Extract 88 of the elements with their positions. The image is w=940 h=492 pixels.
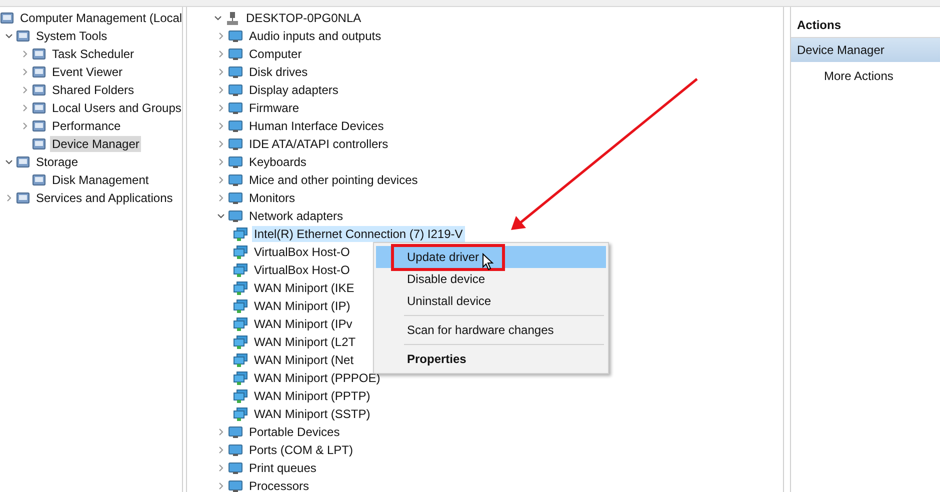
device-icon <box>228 460 243 476</box>
device-icon <box>228 208 243 224</box>
device-icon <box>228 442 243 458</box>
folder-icon <box>32 83 46 97</box>
network-icon <box>233 316 248 332</box>
tree-item[interactable]: Disk drives <box>247 64 310 80</box>
tree-item[interactable]: Processors <box>247 478 312 492</box>
chevron-icon[interactable] <box>5 32 13 40</box>
computer-icon <box>225 10 240 26</box>
cursor-icon <box>482 253 494 271</box>
tree-item[interactable]: Intel(R) Ethernet Connection (7) I219-V <box>252 226 465 242</box>
tree-item[interactable]: WAN Miniport (PPPOE) <box>252 370 382 386</box>
tree-item[interactable]: WAN Miniport (IP) <box>252 298 352 314</box>
device-icon <box>228 478 243 492</box>
folder-icon <box>16 29 30 43</box>
tree-item[interactable]: Ports (COM & LPT) <box>247 442 356 458</box>
tree-item[interactable]: VirtualBox Host-O <box>252 262 352 278</box>
tree-item[interactable]: System Tools <box>34 28 110 44</box>
device-icon <box>228 64 243 80</box>
tree-item[interactable]: Local Users and Groups <box>50 100 182 116</box>
tree-item[interactable]: IDE ATA/ATAPI controllers <box>247 136 390 152</box>
device-icon <box>228 118 243 134</box>
network-icon <box>233 334 248 350</box>
action-heading[interactable]: Device Manager <box>791 38 940 62</box>
folder-icon <box>16 155 30 169</box>
folder-icon <box>32 101 46 115</box>
menu-item[interactable]: Disable device <box>376 268 606 290</box>
folder-icon <box>32 65 46 79</box>
chevron-icon[interactable] <box>214 14 222 22</box>
tree-item[interactable]: Performance <box>50 118 123 134</box>
device-icon <box>228 190 243 206</box>
network-icon <box>233 370 248 386</box>
folder-icon <box>32 47 46 61</box>
tree-item[interactable]: Task Scheduler <box>50 46 136 62</box>
device-icon <box>228 82 243 98</box>
network-icon <box>233 406 248 422</box>
tree-item[interactable]: WAN Miniport (L2T <box>252 334 358 350</box>
folder-icon <box>0 11 14 25</box>
tree-item[interactable]: Mice and other pointing devices <box>247 172 420 188</box>
device-icon <box>228 172 243 188</box>
tree-item[interactable]: Network adapters <box>247 208 346 224</box>
tree-item[interactable]: Device Manager <box>50 136 142 152</box>
tree-item[interactable]: VirtualBox Host-O <box>252 244 352 260</box>
network-icon <box>233 388 248 404</box>
tree-item[interactable]: Portable Devices <box>247 424 342 440</box>
tree-item[interactable]: Display adapters <box>247 82 340 98</box>
chevron-icon[interactable] <box>217 212 225 220</box>
tree-item[interactable]: Print queues <box>247 460 318 476</box>
tree-item[interactable]: Services and Applications <box>34 190 175 206</box>
network-icon <box>233 280 248 296</box>
menu-item[interactable]: Scan for hardware changes <box>376 319 606 341</box>
menu-item[interactable]: Update driver <box>376 246 606 268</box>
device-icon <box>228 424 243 440</box>
folder-icon <box>32 119 46 133</box>
tree-item[interactable]: Shared Folders <box>50 82 136 98</box>
action-link[interactable]: More Actions <box>791 62 940 83</box>
device-icon <box>228 136 243 152</box>
tree-item[interactable]: Human Interface Devices <box>247 118 386 134</box>
menu-item[interactable]: Uninstall device <box>376 290 606 312</box>
tree-item[interactable]: Monitors <box>247 190 298 206</box>
device-icon <box>228 46 243 62</box>
device-icon <box>228 154 243 170</box>
folder-icon <box>32 137 46 151</box>
tree-item[interactable]: Keyboards <box>247 154 308 170</box>
tree-item[interactable]: Firmware <box>247 100 301 116</box>
device-icon <box>228 100 243 116</box>
network-icon <box>233 298 248 314</box>
folder-icon <box>16 191 30 205</box>
tree-item[interactable]: Computer Management (Local <box>18 10 182 26</box>
network-icon <box>233 244 248 260</box>
tree-item[interactable]: Storage <box>34 154 80 170</box>
network-icon <box>233 262 248 278</box>
tree-item[interactable]: WAN Miniport (SSTP) <box>252 406 372 422</box>
network-icon <box>233 352 248 368</box>
tree-item[interactable]: Event Viewer <box>50 64 124 80</box>
tree-item[interactable]: Computer <box>247 46 304 62</box>
tree-item[interactable]: Disk Management <box>50 172 151 188</box>
network-icon <box>233 226 248 242</box>
tree-item[interactable]: WAN Miniport (IPv <box>252 316 354 332</box>
tree-item[interactable]: Audio inputs and outputs <box>247 28 384 44</box>
tree-item[interactable]: WAN Miniport (Net <box>252 352 356 368</box>
tree-item[interactable]: DESKTOP-0PG0NLA <box>244 10 364 26</box>
chevron-icon[interactable] <box>5 158 13 166</box>
folder-icon <box>32 173 46 187</box>
device-icon <box>228 28 243 44</box>
tree-item[interactable]: WAN Miniport (PPTP) <box>252 388 372 404</box>
tree-item[interactable]: WAN Miniport (IKE <box>252 280 356 296</box>
menu-item[interactable]: Properties <box>376 348 606 370</box>
